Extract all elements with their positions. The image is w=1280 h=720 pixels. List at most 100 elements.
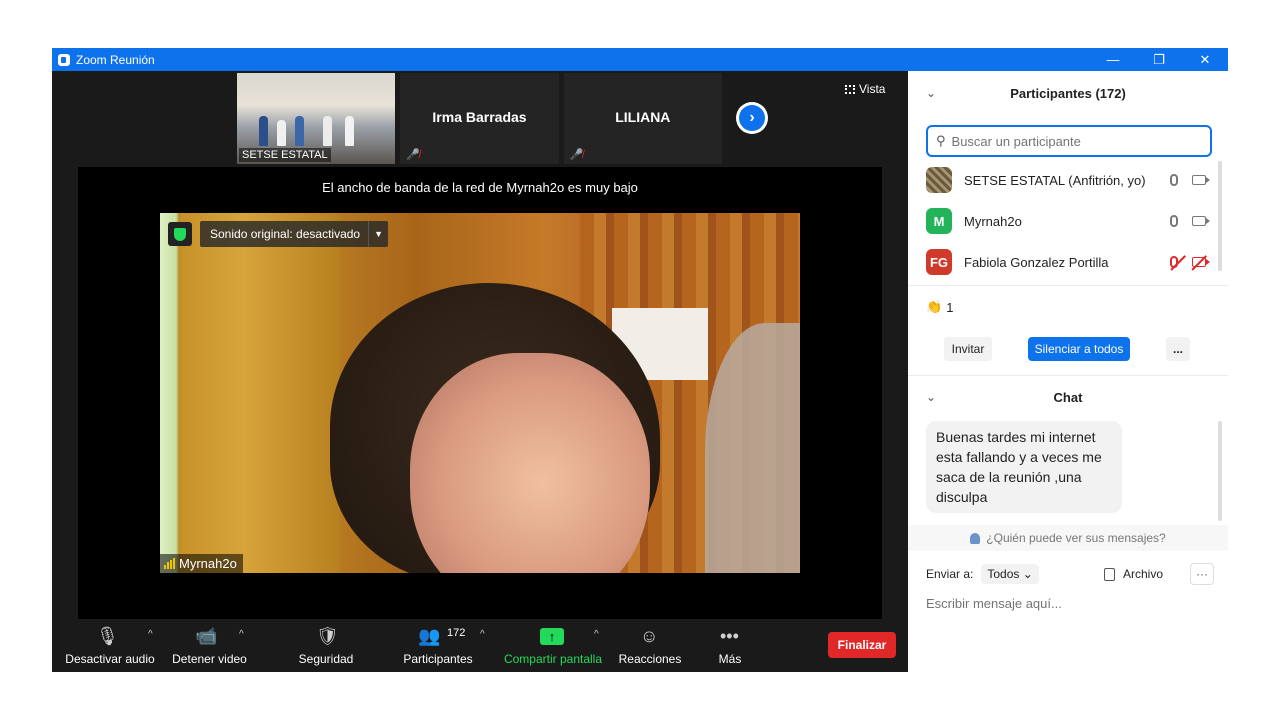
muted-mic-icon: 🎤̸ [569,149,584,161]
zoom-logo-icon [58,53,70,66]
video-tile-liliana[interactable]: LILIANA 🎤̸ [563,73,722,164]
send-to-label: Enviar a: [926,567,974,581]
chat-send-row: Enviar a: Todos ⌄ Archivo ··· [926,561,1216,587]
speaker-name-label: Myrnah2o [160,554,243,573]
speaker-video[interactable]: Sonido original: desactivado ▼ Myrnah2o [160,213,800,573]
gallery-strip: SETSE ESTATAL Irma Barradas 🎤̸ LILIANA 🎤… [237,73,727,164]
person-icon [970,532,981,544]
speaker-name: Myrnah2o [179,556,237,571]
chat-message-input[interactable] [926,591,1216,615]
divider [908,375,1228,376]
video-camera-icon[interactable] [1192,175,1210,185]
search-icon: ⚲ [936,133,946,148]
reactions-button[interactable]: ☺ Reacciones [618,621,682,672]
more-button[interactable]: ••• Más [710,621,750,672]
document-icon [1104,567,1115,581]
person-figure [345,116,354,146]
share-screen-button[interactable]: ↑ ^ Compartir pantalla [502,621,604,672]
participant-status [1170,215,1210,227]
share-label: Compartir pantalla [503,652,603,666]
participants-options-caret[interactable]: ^ [480,629,485,640]
muted-mic-icon: 🎤̸ [406,149,421,161]
chat-more-button[interactable]: ··· [1190,563,1214,585]
video-off-icon[interactable] [1192,257,1210,267]
people-icon: 👥 [418,625,441,646]
file-button[interactable]: Archivo [1104,567,1163,581]
chat-title: Chat [1053,389,1083,405]
active-speaker-stage: El ancho de banda de la red de Myrnah2o … [78,167,882,619]
participants-button[interactable]: 👥 172 ^ Participantes [394,621,485,672]
original-sound-control: Sonido original: desactivado ▼ [168,221,389,247]
reactions-label: Reacciones [618,652,682,666]
search-input[interactable] [951,133,1202,149]
clap-icon: 👏 [926,299,943,314]
video-tile-irma[interactable]: Irma Barradas 🎤̸ [400,73,559,164]
mute-all-button[interactable]: Silenciar a todos [1028,337,1130,361]
participants-scrollbar[interactable] [1218,161,1222,271]
participant-status [1170,256,1210,268]
signal-bars-icon [164,558,175,569]
shield-icon[interactable] [168,222,192,246]
security-button[interactable]: 🛡 Seguridad [292,621,360,672]
recipient-value: Todos [987,567,1020,581]
chevron-right-icon: › [739,105,765,131]
video-camera-icon[interactable] [1192,216,1210,226]
side-panel: ⌄ Participantes (172) ⚲ SETSE ESTATAL (A… [908,71,1228,672]
participants-label: Participantes [403,652,473,666]
end-meeting-button[interactable]: Finalizar [828,632,896,658]
stop-video-button[interactable]: 📹 ^ Detener video [167,621,252,672]
chevron-down-icon[interactable]: ⌄ [926,86,936,100]
view-button[interactable]: Vista [845,82,885,96]
audio-options-caret[interactable]: ^ [148,629,153,640]
share-options-caret[interactable]: ^ [594,629,599,640]
participant-name: Myrnah2o [964,213,1022,229]
person-figure [259,116,268,146]
more-label: Más [718,652,742,666]
grid-icon [845,84,855,94]
participant-search[interactable]: ⚲ [926,125,1212,157]
video-options-caret[interactable]: ^ [239,629,244,640]
person-figure [277,120,286,146]
who-can-see-link[interactable]: ¿Quién puede ver sus mensajes? [908,525,1228,551]
participant-name: Fabiola Gonzalez Portilla [964,254,1109,270]
close-button[interactable]: ✕ [1182,48,1228,71]
meeting-area: SETSE ESTATAL Irma Barradas 🎤̸ LILIANA 🎤… [52,71,908,672]
chat-message: Buenas tardes mi internet esta fallando … [926,421,1122,513]
participant-row[interactable]: M Myrnah2o [926,206,1210,236]
meeting-toolbar: 🎙 ^ Desactivar audio 📹 ^ Detener video 🛡… [52,621,908,672]
restore-button[interactable]: ❐ [1136,48,1182,71]
microphone-icon: 🎙 [96,625,119,646]
microphone-icon[interactable] [1170,174,1178,186]
participant-row[interactable]: SETSE ESTATAL (Anfitrión, yo) [926,165,1210,195]
muted-mic-icon[interactable] [1170,256,1178,268]
bandwidth-warning: El ancho de banda de la red de Myrnah2o … [322,180,638,195]
chat-scrollbar[interactable] [1218,421,1222,521]
chevron-down-icon[interactable]: ▼ [368,221,388,247]
original-sound-toggle[interactable]: Sonido original: desactivado ▼ [200,221,389,247]
participants-title: Participantes (172) [1010,85,1126,101]
window-title: Zoom Reunión [76,52,155,67]
participant-name: SETSE ESTATAL (Anfitrión, yo) [964,172,1146,188]
microphone-icon[interactable] [1170,215,1178,227]
participants-more-button[interactable]: ... [1166,337,1190,361]
video-tile-setse[interactable]: SETSE ESTATAL [237,73,396,164]
person-figure [295,116,304,146]
video-label: Detener video [172,652,247,666]
invite-button[interactable]: Invitar [944,337,992,361]
next-page-button[interactable]: › [736,102,768,134]
share-arrow-icon: ↑ [540,625,564,647]
avatar: FG [926,249,952,275]
original-sound-label: Sonido original: desactivado [210,227,361,241]
reaction-count: 1 [946,299,954,315]
chevron-down-icon[interactable]: ⌄ [926,390,936,404]
participant-row[interactable]: FG Fabiola Gonzalez Portilla [926,247,1210,277]
speaker-face [410,353,650,573]
window-controls: — ❐ ✕ [1090,48,1228,71]
mute-audio-button[interactable]: 🎙 ^ Desactivar audio [60,621,160,672]
recipient-dropdown[interactable]: Todos ⌄ [981,564,1039,584]
title-bar: Zoom Reunión — ❐ ✕ [52,48,1228,71]
reaction-summary: 👏 1 [926,299,953,315]
minimize-button[interactable]: — [1090,48,1136,71]
tile-name: LILIANA [615,109,671,125]
file-label: Archivo [1123,567,1164,581]
